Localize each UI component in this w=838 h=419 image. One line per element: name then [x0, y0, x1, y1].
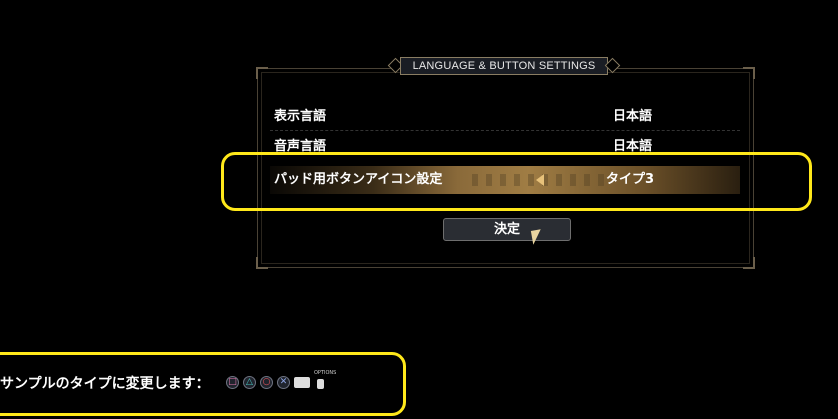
triangle-button-icon: △: [243, 375, 256, 389]
corner-ornament: [743, 67, 755, 79]
button-icon-sample: □ △ ○ ✕ OPTIONS: [226, 371, 336, 390]
highlight-outline: [221, 152, 812, 211]
square-button-icon: □: [226, 375, 239, 389]
dialog-title: LANGUAGE & BUTTON SETTINGS: [400, 57, 608, 75]
confirm-button[interactable]: 決定: [443, 218, 571, 241]
hint-text: サンプルのタイプに変更します：: [0, 376, 210, 392]
setting-label: 表示言語: [274, 109, 327, 124]
dialog-title-banner: LANGUAGE & BUTTON SETTINGS: [387, 57, 621, 75]
options-button-shape: [317, 379, 324, 389]
setting-value: 日本語: [613, 109, 653, 124]
corner-ornament: [256, 257, 268, 269]
corner-ornament: [256, 67, 268, 79]
setting-row-voice-language[interactable]: 音声言語 日本語: [270, 134, 740, 152]
circle-button-icon: ○: [260, 375, 273, 389]
setting-value: 日本語: [613, 139, 653, 152]
options-button-icon: OPTIONS: [314, 371, 336, 390]
setting-label: 音声言語: [274, 139, 327, 152]
setting-row-display-language[interactable]: 表示言語 日本語: [270, 104, 740, 131]
touchpad-icon: [294, 376, 310, 388]
cross-button-icon: ✕: [277, 375, 290, 389]
options-label: OPTIONS: [314, 370, 337, 376]
corner-ornament: [743, 257, 755, 269]
